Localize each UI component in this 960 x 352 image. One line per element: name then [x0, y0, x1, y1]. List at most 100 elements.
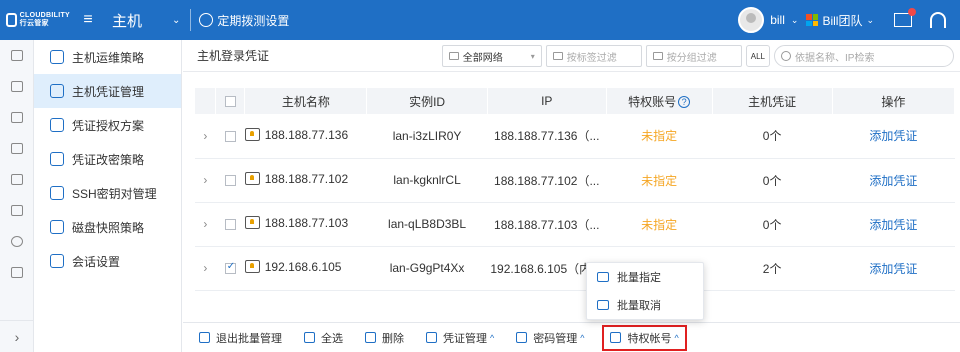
tag-icon: [552, 52, 563, 60]
help-icon[interactable]: ?: [678, 96, 691, 109]
logo-text: CLOUDBILITY: [19, 12, 70, 19]
host-name-cell: 188.188.77.102: [244, 158, 367, 203]
trash-icon: [365, 332, 376, 343]
instance-id: lan-G9gPt4Xx: [366, 246, 488, 291]
lock-icon: [516, 332, 528, 343]
sidebar-item-credential-mgmt[interactable]: 主机凭证管理: [34, 74, 181, 108]
batch-assign-label: 批量指定: [617, 272, 661, 284]
book-icon[interactable]: [0, 164, 33, 195]
id-card-icon: [50, 84, 64, 98]
tag-filter-select[interactable]: 按标签过滤: [545, 45, 642, 67]
sidebar-item-ops-policy[interactable]: 主机运维策略: [34, 40, 181, 74]
select-all-checkbox-cell[interactable]: [215, 88, 246, 114]
credential-count: 2个: [712, 246, 833, 291]
search-icon[interactable]: [0, 226, 33, 257]
sidebar-item-pwd-change-policy[interactable]: 凭证改密策略: [34, 142, 181, 176]
exit-icon: [199, 332, 210, 343]
column-header-ip-label: IP: [541, 94, 553, 108]
row-checkbox[interactable]: [224, 175, 236, 187]
key-doc-icon: [50, 118, 64, 132]
priv-account-status: 未指定: [606, 158, 713, 203]
row-checkbox-cell[interactable]: [215, 114, 245, 159]
clipboard-icon[interactable]: [0, 133, 33, 164]
sidebar-item-snapshot-policy[interactable]: 磁盘快照策略: [34, 210, 181, 244]
team-icon: [806, 14, 819, 26]
page-title: 主机: [112, 12, 143, 30]
sidebar-item-label: 凭证授权方案: [72, 118, 145, 133]
exit-batch-button[interactable]: 退出批量管理: [199, 330, 282, 346]
chevron-down-icon: ▾: [530, 51, 535, 61]
sidebar-item-auth-scheme[interactable]: 凭证授权方案: [34, 108, 181, 142]
select-all-button[interactable]: 全选: [304, 330, 343, 346]
avatar[interactable]: [738, 7, 765, 33]
select-all-checkbox[interactable]: [224, 96, 236, 108]
network-select[interactable]: 全部网络 ▾: [441, 45, 542, 67]
main-content: 主机登录凭证 全部网络 ▾ 按标签过滤 按分组过滤 ALL 依据名称、IP检索 主…: [183, 40, 960, 352]
expand-row-icon[interactable]: ›: [195, 158, 216, 203]
credential-mgmt-label: 凭证管理: [443, 332, 487, 345]
disk-icon: [50, 220, 64, 234]
batch-assign-item[interactable]: 批量指定: [587, 263, 703, 291]
folder-icon: [652, 52, 663, 60]
row-checkbox[interactable]: [224, 219, 236, 231]
chevron-up-icon: ^: [580, 332, 585, 343]
search-input[interactable]: 依据名称、IP检索: [774, 45, 954, 67]
monitor-icon[interactable]: [0, 40, 33, 71]
mail-icon[interactable]: [894, 8, 916, 27]
password-mgmt-label: 密码管理: [533, 332, 578, 345]
expand-row-icon[interactable]: ›: [195, 114, 216, 159]
chevron-down-icon[interactable]: ⌄: [791, 15, 799, 26]
topology-icon[interactable]: [0, 71, 33, 102]
add-credential-link[interactable]: 添加凭证: [832, 202, 955, 247]
docs-icon[interactable]: [0, 102, 33, 133]
chevron-down-icon[interactable]: ⌄: [172, 15, 180, 26]
ip-address: 188.188.77.136（...: [487, 114, 607, 159]
priv-account-dropdown: 批量指定 批量取消: [586, 262, 704, 320]
check-icon[interactable]: [0, 257, 33, 288]
delete-button[interactable]: 删除: [365, 330, 404, 346]
network-icon: [448, 52, 459, 60]
shield-icon: [50, 50, 64, 64]
password-mgmt-button[interactable]: 密码管理 ^: [516, 330, 584, 346]
linux-host-icon: [244, 216, 260, 230]
row-checkbox[interactable]: [224, 131, 236, 143]
table-row: › 188.188.77.103 lan-qLB8D3BL 188.188.77…: [195, 202, 955, 247]
top-bar: CLOUDBILITY 行云管家 ≡ 主机 ⌄ 定期拨测设置 bill ⌄ Bi…: [0, 0, 960, 40]
headset-icon[interactable]: [930, 12, 946, 28]
assign-icon: [597, 272, 609, 282]
all-toggle-button[interactable]: ALL: [745, 45, 770, 67]
icon-rail: ›: [0, 40, 34, 352]
table-header-row: 主机名称 实例ID IP 特权账号? 主机凭证 操作: [195, 88, 956, 114]
menu-icon[interactable]: ≡: [76, 11, 100, 29]
add-credential-link[interactable]: 添加凭证: [832, 158, 955, 203]
select-all-label: 全选: [321, 332, 343, 345]
group-filter-select[interactable]: 按分组过滤: [645, 45, 742, 67]
chevron-down-icon: ⌄: [866, 14, 874, 25]
host-name-cell: 188.188.77.103: [244, 202, 367, 247]
scheduled-probe-button[interactable]: 定期拨测设置: [199, 12, 289, 29]
expand-row-icon[interactable]: ›: [195, 202, 216, 247]
row-checkbox-cell[interactable]: [215, 202, 245, 247]
team-switcher[interactable]: Bill团队 ⌄: [806, 12, 874, 29]
user-name[interactable]: bill: [770, 13, 785, 27]
exit-batch-label: 退出批量管理: [216, 332, 282, 345]
credential-mgmt-button[interactable]: 凭证管理 ^: [426, 330, 494, 346]
logo[interactable]: CLOUDBILITY 行云管家: [0, 0, 70, 40]
row-checkbox-cell[interactable]: [215, 158, 245, 203]
batch-cancel-item[interactable]: 批量取消: [587, 291, 703, 319]
row-checkbox[interactable]: [224, 261, 236, 275]
host-name: 188.188.77.103: [264, 215, 349, 230]
search-placeholder: 依据名称、IP检索: [795, 52, 875, 64]
row-checkbox-cell[interactable]: [215, 246, 245, 291]
add-credential-link[interactable]: 添加凭证: [832, 114, 955, 159]
expand-row-icon[interactable]: ›: [195, 246, 216, 291]
sidebar-item-session-settings[interactable]: 会话设置: [34, 244, 181, 278]
expand-icon[interactable]: ›: [0, 320, 34, 352]
table-row: › 192.168.6.105 lan-G9gPt4Xx 192.168.6.1…: [195, 246, 955, 291]
chart-icon[interactable]: [0, 195, 33, 226]
priv-account-button[interactable]: 特权帐号 ^: [602, 324, 687, 351]
key-icon: [50, 186, 64, 200]
sidebar-item-label: 凭证改密策略: [72, 152, 145, 167]
sidebar-item-ssh-keys[interactable]: SSH密钥对管理: [34, 176, 181, 210]
add-credential-link[interactable]: 添加凭证: [832, 246, 955, 291]
